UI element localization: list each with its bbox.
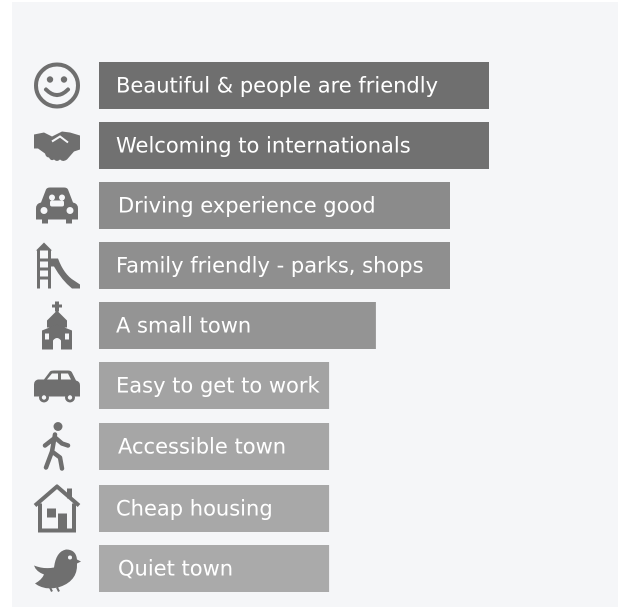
smiley-icon	[34, 62, 80, 109]
bar-label: Driving experience good	[118, 194, 376, 218]
bar-label: Welcoming to internationals	[116, 134, 411, 158]
bar-row: Easy to get to work	[34, 362, 330, 409]
bar-label: Accessible town	[118, 435, 286, 459]
bar-label: A small town	[116, 314, 251, 338]
bar-label: Beautiful & people are friendly	[116, 74, 438, 98]
car-side-icon	[34, 370, 80, 403]
bar-label: Easy to get to work	[116, 374, 321, 398]
bar-label: Quiet town	[118, 557, 233, 581]
bar-row: Welcoming to internationals	[33, 122, 489, 169]
bar-row: Driving experience good	[36, 182, 450, 229]
bar-row: A small town	[42, 301, 376, 350]
bar-row: Beautiful & people are friendly	[34, 62, 489, 109]
bar-row: Quiet town	[33, 545, 330, 593]
handshake-icon	[33, 130, 81, 162]
bar-row: Cheap housing	[33, 484, 330, 533]
bar-row: Accessible town	[45, 422, 330, 470]
walking-person-icon	[45, 422, 68, 469]
playground-icon	[36, 242, 80, 289]
bar-label: Family friendly - parks, shops	[116, 254, 424, 278]
bird-icon	[33, 548, 82, 593]
church-icon	[42, 301, 72, 350]
bar-label: Cheap housing	[116, 497, 273, 521]
horizontal-bar-chart: Beautiful & people are friendly Welcoming…	[33, 62, 489, 593]
bar-row: Family friendly - parks, shops	[36, 242, 450, 289]
house-icon	[33, 484, 81, 533]
car-front-icon	[36, 187, 78, 224]
